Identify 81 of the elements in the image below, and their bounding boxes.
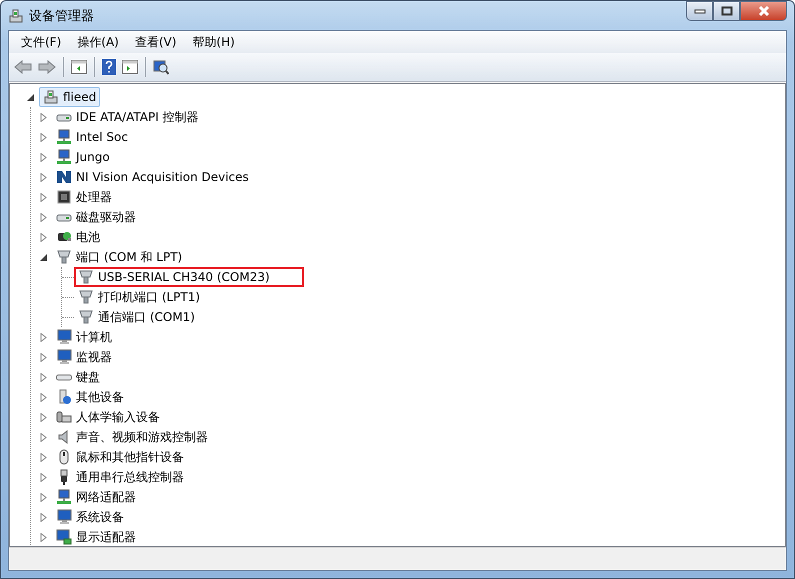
expand-arrow-icon[interactable] <box>39 132 48 142</box>
tree-item[interactable]: 端口 (COM 和 LPT) <box>52 246 186 268</box>
expand-arrow-icon[interactable] <box>39 512 48 522</box>
expand-arrow-icon[interactable] <box>39 112 48 122</box>
tree-item[interactable]: 其他设备 <box>52 386 128 408</box>
window-title: 设备管理器 <box>29 8 94 24</box>
expand-arrow-icon[interactable] <box>39 452 48 462</box>
tree-item[interactable]: 鼠标和其他指针设备 <box>52 446 188 468</box>
collapse-arrow-icon[interactable] <box>39 252 48 262</box>
expand-arrow-icon[interactable] <box>39 532 48 542</box>
action-pane-button[interactable] <box>120 58 140 76</box>
tree-item[interactable]: 网络适配器 <box>52 486 140 508</box>
tree-item[interactable]: Intel Soc <box>52 127 132 147</box>
logo-icon <box>56 169 72 185</box>
display-card-icon <box>56 529 72 545</box>
expand-arrow-icon[interactable] <box>39 332 48 342</box>
console-tree-button[interactable] <box>69 58 89 76</box>
menu-item[interactable]: 帮助(H) <box>184 34 243 50</box>
expand-arrow-icon[interactable] <box>39 352 48 362</box>
minimize-icon <box>694 8 706 14</box>
expand-arrow-icon[interactable] <box>39 492 48 502</box>
collapse-arrow-icon[interactable] <box>26 92 35 102</box>
tree-item[interactable]: USB-SERIAL CH340 (COM23) <box>74 267 304 287</box>
tree-item[interactable]: 打印机端口 (LPT1) <box>74 286 204 308</box>
port-icon <box>78 269 94 285</box>
tree-item[interactable]: 显示适配器 <box>52 526 140 546</box>
forward-arrow-icon <box>38 60 56 74</box>
port-icon <box>56 249 72 265</box>
expand-arrow-icon[interactable] <box>39 412 48 422</box>
forward-button[interactable] <box>36 58 58 76</box>
expand-arrow-icon[interactable] <box>39 392 48 402</box>
tree-item[interactable]: 监视器 <box>52 346 116 368</box>
panel-icon <box>71 60 87 74</box>
menu-item[interactable]: 查看(V) <box>126 34 184 50</box>
help-button[interactable] <box>100 57 118 77</box>
tree-item[interactable]: 通信端口 (COM1) <box>74 306 199 328</box>
computer-icon <box>56 509 72 525</box>
tree-item[interactable]: 系统设备 <box>52 506 128 528</box>
back-arrow-icon <box>14 60 32 74</box>
tree-item[interactable]: IDE ATA/ATAPI 控制器 <box>52 106 203 128</box>
tree-item[interactable]: 磁盘驱动器 <box>52 206 140 228</box>
close-icon <box>756 6 770 16</box>
tree-item[interactable]: 通用串行总线控制器 <box>52 466 188 488</box>
tree-item[interactable]: 处理器 <box>52 186 116 208</box>
tree-item[interactable]: 声音、视频和游戏控制器 <box>52 426 212 448</box>
scan-magnifier-icon <box>153 59 169 75</box>
tree-item[interactable]: 计算机 <box>52 326 116 348</box>
computer-tree-icon <box>8 8 24 24</box>
port-icon <box>78 309 94 325</box>
network-icon <box>56 129 72 145</box>
monitor-icon <box>56 349 72 365</box>
maximize-icon <box>720 6 732 16</box>
expand-arrow-icon[interactable] <box>39 432 48 442</box>
expand-arrow-icon[interactable] <box>39 372 48 382</box>
expand-arrow-icon[interactable] <box>39 212 48 222</box>
expand-arrow-icon[interactable] <box>39 472 48 482</box>
help-icon <box>102 59 116 75</box>
computer-icon <box>56 329 72 345</box>
expand-arrow-icon[interactable] <box>39 152 48 162</box>
tree-item[interactable]: flieed <box>39 87 100 107</box>
expand-arrow-icon[interactable] <box>39 172 48 182</box>
minimize-button[interactable] <box>686 1 713 21</box>
port-icon <box>78 289 94 305</box>
panel-icon <box>122 60 138 74</box>
menu-item[interactable]: 操作(A) <box>69 34 127 50</box>
tree-item[interactable]: 键盘 <box>52 366 104 388</box>
close-button[interactable] <box>740 1 787 21</box>
expand-arrow-icon[interactable] <box>39 192 48 202</box>
maximize-button[interactable] <box>713 1 740 21</box>
tree-item[interactable]: Jungo <box>52 147 114 167</box>
menu-item[interactable]: 文件(F) <box>13 34 70 50</box>
network-icon <box>56 149 72 165</box>
back-button[interactable] <box>12 58 34 76</box>
tree-item[interactable]: 电池 <box>52 226 104 248</box>
tree-item[interactable]: NI Vision Acquisition Devices <box>52 167 253 187</box>
computer-tree-icon <box>43 89 59 105</box>
network-icon <box>56 489 72 505</box>
input-device-icon <box>56 409 72 425</box>
tree-item[interactable]: 人体学输入设备 <box>52 406 164 428</box>
chip-icon <box>56 189 72 205</box>
expand-arrow-icon[interactable] <box>39 232 48 242</box>
